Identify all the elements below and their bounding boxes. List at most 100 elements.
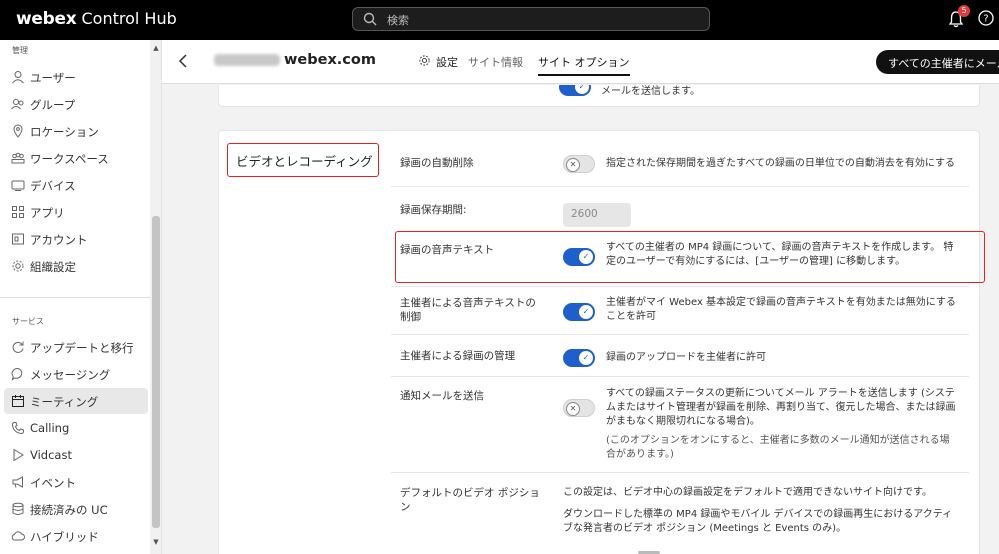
check-icon: ✓	[579, 351, 593, 365]
setting-row-notify: 通知メールを送信 ✕ すべての録画ステータスの更新についてメール アラートを送信…	[391, 377, 969, 473]
setting-description-line2: ムまたはサイト管理者が録画を削除、再割り当て、復元した場合、または録画	[606, 402, 956, 413]
sidebar: 管理 ユーザー グループ ロケーション ワークスペース デバイス アプリ アカウ…	[0, 40, 162, 554]
setting-description-line3: がまもなく期限切れになる場合)。	[606, 416, 760, 427]
email-all-hosts-button[interactable]: すべての主催者にメール	[876, 50, 999, 74]
back-arrow-icon[interactable]	[178, 53, 188, 69]
video-recording-card: ビデオとレコーディング 録画の自動削除 ✕ 指定された保存期間を過ぎたすべての録…	[218, 130, 985, 554]
setting-label-line1: 主催者による音声テキストの	[400, 297, 536, 309]
setting-label: 主催者による録画の管理	[400, 350, 516, 362]
refresh-icon	[12, 341, 24, 353]
sidebar-item-account[interactable]: アカウント	[4, 226, 148, 252]
sidebar-item-label: アプリ	[30, 206, 65, 220]
help-icon[interactable]: ?	[978, 10, 994, 26]
sidebar-item-label: ワークスペース	[30, 152, 109, 166]
check-icon: ✓	[579, 305, 593, 319]
sidebar-item-events[interactable]: イベント	[4, 469, 148, 495]
gear-icon	[419, 55, 430, 66]
sidebar-item-workspaces[interactable]: ワークスペース	[4, 145, 148, 171]
setting-description: 録画のアップロードを主催者に許可	[606, 352, 766, 363]
retention-days-input[interactable]: 2600	[563, 203, 631, 227]
apps-grid-icon	[12, 206, 24, 218]
brand-product: Control Hub	[81, 9, 177, 28]
sidebar-item-label: アカウント	[30, 233, 88, 247]
account-icon	[12, 233, 24, 245]
setting-note-line1: (このオプションをオンにすると、主催者に多数のメール通知が送信される場	[606, 435, 950, 446]
tab-settings[interactable]: 設定	[436, 54, 458, 70]
sidebar-item-calling[interactable]: Calling	[4, 415, 148, 441]
setting-row-host-transcript: 主催者による音声テキストの 制御 ✓ 主催者がマイ Webex 基本設定で録画の…	[391, 287, 969, 335]
sidebar-item-vidcast[interactable]: Vidcast	[4, 442, 148, 468]
check-icon: ✓	[575, 85, 589, 94]
host-transcript-toggle[interactable]: ✓	[563, 303, 595, 321]
sidebar-item-locations[interactable]: ロケーション	[4, 118, 148, 144]
setting-description-line2: 定のユーザーで有効にするには、[ユーザーの管理] に移動します。	[606, 256, 906, 267]
sidebar-item-label: Vidcast	[30, 448, 72, 462]
calendar-icon	[12, 395, 24, 407]
search-input[interactable]: 検索	[352, 7, 710, 31]
setting-row-transcript: 録画の音声テキスト ✓ すべての主催者の MP4 録画について、録画の音声テキス…	[391, 229, 985, 287]
sidebar-scrollbar-thumb[interactable]	[152, 216, 160, 528]
sidebar-item-users[interactable]: ユーザー	[4, 64, 148, 90]
sidebar-item-messaging[interactable]: メッセージング	[4, 361, 148, 387]
scroll-up-arrow-icon[interactable]: ▲	[152, 44, 160, 52]
sidebar-item-label: ハイブリッド	[30, 530, 99, 544]
setting-label-line2: 制御	[400, 311, 421, 323]
sidebar-item-label: ミーティング	[30, 395, 99, 409]
top-card-toggle[interactable]: ✓	[559, 85, 591, 96]
setting-description-line3: ブな発言者のビデオ ポジション (Meetings と Events のみ)。	[563, 523, 847, 534]
sidebar-section-manage: 管理	[12, 46, 28, 55]
setting-description-line1: すべての主催者の MP4 録画について、録画の音声テキストを作成します。 特	[606, 242, 954, 253]
search-icon	[363, 12, 377, 26]
sidebar-item-groups[interactable]: グループ	[4, 91, 148, 117]
x-icon: ✕	[566, 402, 580, 416]
tab-site-info[interactable]: サイト情報	[468, 54, 523, 70]
setting-label-line2: ン	[400, 501, 411, 513]
sidebar-item-label: アップデートと移行	[30, 341, 134, 355]
notify-toggle[interactable]: ✕	[563, 399, 595, 417]
setting-row-video-position: デフォルトのビデオ ポジショ ン この設定は、ビデオ中心の録画設定をデフォルトで…	[391, 473, 969, 554]
sidebar-item-connected-uc[interactable]: 接続済みの UC	[4, 496, 148, 522]
check-icon: ✓	[579, 250, 593, 264]
main-content: ✓ メールを送信します。 ビデオとレコーディング 録画の自動削除 ✕ 指定された…	[162, 85, 999, 554]
setting-description-line2: ことを許可	[606, 311, 656, 322]
sidebar-item-apps[interactable]: アプリ	[4, 199, 148, 225]
megaphone-icon	[12, 476, 23, 488]
setting-description-line1: すべての録画ステータスの更新についてメール アラートを送信します (システ	[606, 388, 955, 399]
sidebar-item-meetings[interactable]: ミーティング	[4, 388, 148, 414]
top-card-text: メールを送信します。	[601, 86, 700, 97]
chat-icon	[11, 368, 23, 381]
setting-description-line1: この設定は、ビデオ中心の録画設定をデフォルトで適用できないサイト向けです。	[563, 487, 932, 498]
user-icon	[12, 71, 24, 84]
host-recording-toggle[interactable]: ✓	[563, 349, 595, 367]
sidebar-divider	[0, 297, 150, 298]
sidebar-item-hybrid[interactable]: ハイブリッド	[4, 523, 148, 549]
sidebar-item-updates-migrations[interactable]: アップデートと移行	[4, 334, 148, 360]
sidebar-item-label: イベント	[30, 476, 76, 490]
section-title: ビデオとレコーディング	[227, 143, 379, 177]
setting-note-line2: 合があります。)	[606, 449, 674, 460]
setting-row-retention: 録画保存期間: 2600	[391, 187, 969, 229]
svg-text:?: ?	[983, 14, 988, 25]
setting-label: 録画保存期間:	[400, 204, 467, 216]
sidebar-item-label: グループ	[30, 98, 76, 112]
phone-icon	[11, 422, 24, 435]
previous-settings-card: ✓ メールを送信します。	[218, 85, 980, 107]
workspace-icon	[11, 152, 25, 164]
tab-site-options[interactable]: サイト オプション	[538, 54, 630, 76]
play-icon	[13, 448, 24, 462]
sidebar-item-devices[interactable]: デバイス	[4, 172, 148, 198]
device-icon	[11, 180, 25, 191]
location-pin-icon	[13, 124, 23, 138]
app-logo[interactable]: webex Control Hub	[16, 9, 177, 29]
redacted-site-name	[214, 54, 280, 66]
gear-icon	[12, 260, 24, 272]
setting-row-auto-delete: 録画の自動削除 ✕ 指定された保存期間を過ぎたすべての録画の日単位での自動消去を…	[391, 131, 969, 187]
sidebar-item-label: ロケーション	[30, 125, 99, 139]
database-icon	[12, 502, 24, 515]
sidebar-section-services: サービス	[12, 317, 44, 326]
auto-delete-toggle[interactable]: ✕	[563, 155, 595, 173]
sidebar-item-org-settings[interactable]: 組織設定	[4, 253, 148, 279]
transcript-toggle[interactable]: ✓	[563, 248, 595, 266]
sidebar-item-label: メッセージング	[30, 368, 111, 382]
scroll-down-arrow-icon[interactable]: ▼	[152, 538, 160, 546]
